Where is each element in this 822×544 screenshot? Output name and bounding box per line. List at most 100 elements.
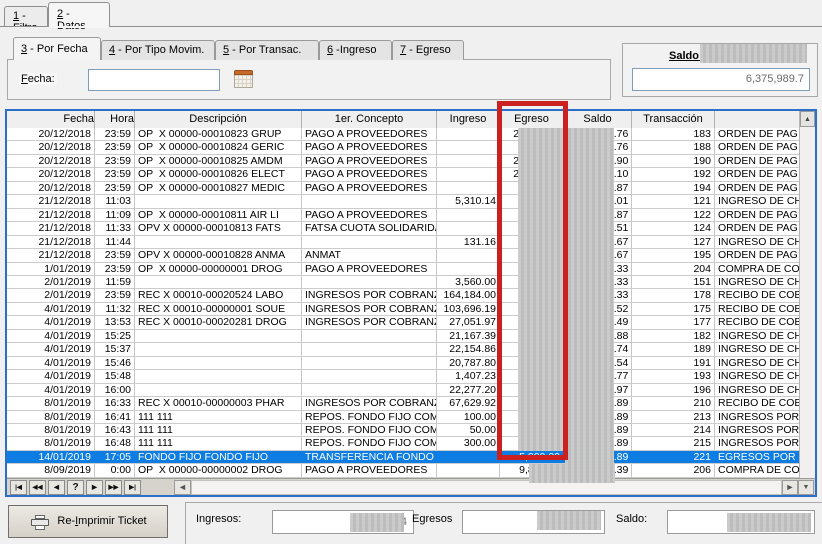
cell-concepto: PAGO A PROVEEDORES	[302, 141, 437, 153]
navigator-button-5[interactable]: ▶▶	[105, 480, 122, 495]
col-header-ingreso[interactable]: Ingreso	[437, 111, 500, 128]
cell-fecha: 4/01/2019	[7, 370, 95, 382]
scroll-left-arrow-icon[interactable]: ◄	[174, 480, 191, 495]
table-row[interactable]: 4/01/201915:4620,787.806,079,990.54191IN…	[7, 357, 799, 370]
cell-egreso: 9,868.50	[500, 464, 564, 476]
table-row[interactable]: 20/12/201823:59OP X 00000-00010824 GERIC…	[7, 141, 799, 154]
cell-concepto: FATSA CUOTA SOLIDARIDAD	[302, 222, 437, 234]
cell-hora: 0:00	[95, 464, 135, 476]
cell-hora: 23:59	[95, 263, 135, 275]
table-row[interactable]: 20/12/201823:59OP X 00000-00010823 GRUPP…	[7, 128, 799, 141]
table-row[interactable]: 21/12/201811:035,310.145,725,973.01121IN…	[7, 195, 799, 208]
cell-hora: 15:25	[95, 330, 135, 342]
cell-ingreso: 300.00	[437, 437, 500, 449]
cell-egreso	[500, 411, 564, 423]
scroll-up-arrow-icon[interactable]: ▲	[800, 111, 815, 127]
col-header-hora[interactable]: Hora	[95, 111, 135, 128]
col-header-descripcion[interactable]: Descripción	[135, 111, 302, 128]
vertical-scrollbar[interactable]: ▲	[799, 111, 815, 478]
cell-fecha: 1/01/2019	[7, 263, 95, 275]
navigator-button-3[interactable]: ?	[67, 480, 84, 495]
table-row[interactable]: 4/01/201915:2521,167.396,037,047.88182IN…	[7, 330, 799, 343]
scroll-down-arrow-icon[interactable]: ▼	[798, 480, 814, 495]
cell-descripcion: REC X 00010-00000001 SOUE	[135, 303, 302, 315]
cell-hora: 23:59	[95, 168, 135, 180]
cell-descripcion: OP X 00000-00010827 MEDIC	[135, 182, 302, 194]
navigator-button-0[interactable]: |◀	[10, 480, 27, 495]
col-header-fecha[interactable]: Fecha	[7, 111, 95, 128]
tabpage-border	[0, 26, 822, 27]
fecha-input[interactable]	[88, 69, 220, 91]
saldo-anterior-label: Saldo Anterior	[669, 50, 744, 62]
reprint-ticket-button[interactable]: Re-Imprimir Ticket	[8, 505, 168, 538]
col-header-transaccion[interactable]: Transacción	[632, 111, 715, 128]
col-header-tipo[interactable]	[715, 111, 799, 128]
tab-datos[interactable]: 2 - Datos	[48, 2, 110, 27]
cell-egreso	[500, 370, 564, 382]
cell-concepto: ANMAT	[302, 249, 437, 261]
saldo-label: Saldo:	[616, 513, 647, 525]
cell-egreso: 5,000.00	[500, 451, 564, 463]
cell-concepto	[302, 195, 437, 207]
table-row[interactable]: 21/12/201811:33OPV X 00000-00010813 FATS…	[7, 222, 799, 235]
table-row[interactable]: 2/01/201911:593,560.005,720,948.33151ING…	[7, 276, 799, 289]
table-row[interactable]: 8/09/20190:00OP X 00000-00000002 DROGPAG…	[7, 464, 799, 477]
table-row[interactable]: 1/01/201923:59OP X 00000-00000001 DROGPA…	[7, 263, 799, 276]
cell-fecha: 8/01/2019	[7, 424, 95, 436]
table-row[interactable]: 4/01/201915:3722,154.866,059,202.74189IN…	[7, 343, 799, 356]
cell-saldo: 6,079,990.54	[564, 357, 632, 369]
table-row[interactable]: 2/01/201923:59REC X 00010-00020524 LABOI…	[7, 289, 799, 302]
cell-saldo: 5,718,463.67	[564, 249, 632, 261]
table-row[interactable]: 4/01/201916:0022,277.206,103,674.97196IN…	[7, 384, 799, 397]
cell-egreso: 21,167.99	[500, 128, 564, 140]
subtab-por-fecha[interactable]: 3 - Por Fecha	[13, 37, 101, 60]
calendar-icon[interactable]	[234, 70, 253, 88]
table-row[interactable]: 8/01/201916:43111 111REPOS. FONDO FIJO C…	[7, 424, 799, 437]
cell-tipo: ORDEN DE PAG	[715, 209, 799, 221]
cell-saldo: 6,103,674.97	[564, 384, 632, 396]
cell-descripcion: REC X 00010-00020281 DROG	[135, 316, 302, 328]
table-row[interactable]: 4/01/201915:481,407.236,081,397.77193ING…	[7, 370, 799, 383]
cell-fecha: 21/12/2018	[7, 209, 95, 221]
col-header-saldo[interactable]: Saldo	[564, 111, 632, 128]
subtab-por-transac[interactable]: 5 - Por Transac.	[215, 40, 319, 60]
footer-top-border	[185, 502, 822, 503]
table-row[interactable]: 8/01/201916:33REC X 00010-00000003 PHARI…	[7, 397, 799, 410]
cell-hora: 23:59	[95, 128, 135, 140]
col-header-egreso[interactable]: Egreso	[500, 111, 564, 128]
cell-ingreso	[437, 249, 500, 261]
subtab-por-tipo-movim[interactable]: 4 - Por Tipo Movim.	[101, 40, 215, 60]
table-row[interactable]: 20/12/201823:59OP X 00000-00010827 MEDIC…	[7, 182, 799, 195]
subtab-ingreso[interactable]: 6 -Ingreso	[319, 40, 392, 60]
table-row[interactable]: 21/12/201823:59OPV X 00000-00010828 ANMA…	[7, 249, 799, 262]
saldo-total-field: 6,155,786.3	[667, 510, 815, 534]
navigator-button-2[interactable]: ◀	[48, 480, 65, 495]
cell-egreso: 5,310.14	[500, 209, 564, 221]
table-row[interactable]: 4/01/201911:32REC X 00010-00000001 SOUEI…	[7, 303, 799, 316]
table-row[interactable]: 14/01/201917:05FONDO FIJO FONDO FIJOTRAN…	[7, 451, 799, 464]
cell-saldo: 5,718,832.51	[564, 222, 632, 234]
scroll-right-arrow-icon[interactable]: ►	[782, 480, 798, 495]
cell-tipo: INGRESO DE CH	[715, 195, 799, 207]
table-row[interactable]: 4/01/201913:53REC X 00010-00020281 DROGI…	[7, 316, 799, 329]
table-row[interactable]: 20/12/201823:59OP X 00000-00010825 AMDMP…	[7, 155, 799, 168]
navigator-button-1[interactable]: ◀◀	[29, 480, 46, 495]
col-header-concepto[interactable]: 1er. Concepto	[302, 111, 437, 128]
cell-descripcion: OP X 00000-00010825 AMDM	[135, 155, 302, 167]
cell-fecha: 4/01/2019	[7, 303, 95, 315]
subtab-egreso[interactable]: 7 - Egreso	[392, 40, 464, 60]
table-row[interactable]: 20/12/201823:59OP X 00000-00010826 ELECT…	[7, 168, 799, 181]
datos-tab-page: 3 - Por Fecha 4 - Por Tipo Movim. 5 - Po…	[0, 27, 822, 544]
subtab-por-fecha-label: 3 - Por Fecha	[21, 43, 88, 55]
cell-egreso: 1,830.36	[500, 222, 564, 234]
horizontal-scrollbar-track[interactable]	[191, 480, 782, 495]
navigator-button-4[interactable]: ▶	[86, 480, 103, 495]
cell-hora: 11:03	[95, 195, 135, 207]
tab-filtro[interactable]: 1 - Filtro	[4, 6, 48, 27]
table-row[interactable]: 21/12/201811:09OP X 00000-00010811 AIR L…	[7, 209, 799, 222]
table-row[interactable]: 8/01/201916:41111 111REPOS. FONDO FIJO C…	[7, 411, 799, 424]
table-row[interactable]: 8/01/201916:48111 111REPOS. FONDO FIJO C…	[7, 437, 799, 450]
navigator-button-6[interactable]: ▶|	[124, 480, 141, 495]
table-row[interactable]: 21/12/201811:44131.165,718,963.67127INGR…	[7, 236, 799, 249]
cell-descripcion: 111 111	[135, 424, 302, 436]
